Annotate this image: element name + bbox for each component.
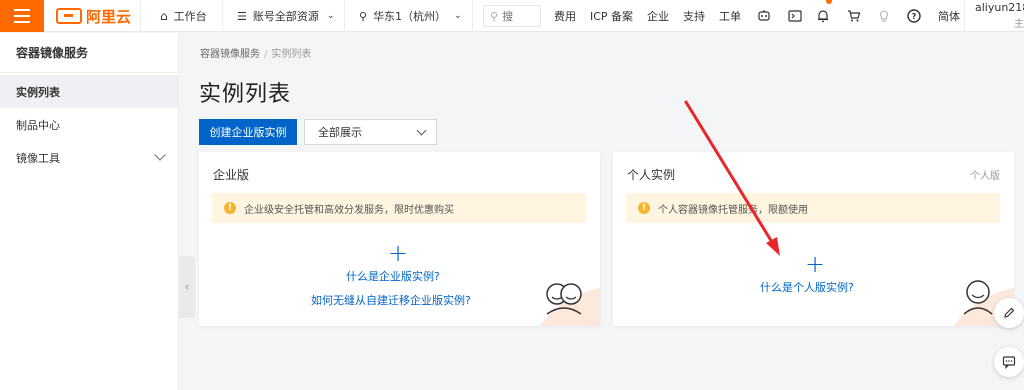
create-enterprise-instance-button[interactable]: 创建企业版实例 xyxy=(199,119,297,145)
sidebar-item-artifact-center[interactable]: 制品中心 xyxy=(0,108,178,141)
sidebar-item-instance-list[interactable]: 实例列表 xyxy=(0,75,178,108)
nav-link-billing[interactable]: 费用 xyxy=(554,0,576,32)
sidebar-collapse-handle[interactable]: ‹ xyxy=(179,256,195,318)
resource-selector[interactable]: ☰ 账号全部资源 ⌄ xyxy=(237,0,334,32)
breadcrumb: 容器镜像服务 / 实例列表 xyxy=(200,45,311,60)
personal-edition-card: 个人实例 个人版 ! 个人容器镜像托管服务，限额使用 + 什么是个人版实例? xyxy=(613,152,1014,326)
search-box[interactable]: ⚲ xyxy=(483,5,541,27)
breadcrumb-link-service[interactable]: 容器镜像服务 xyxy=(200,49,260,60)
nav-link-icp[interactable]: ICP 备案 xyxy=(590,0,633,32)
bell-icon[interactable] xyxy=(815,8,831,24)
aliyun-logo[interactable]: 阿里云 xyxy=(56,5,131,27)
page-title: 实例列表 xyxy=(199,82,292,107)
top-navigation-bar: 阿里云 ⌂ 工作台 ☰ 账号全部资源 ⌄ ⚲ 华东1（杭州） ⌄ ⚲ 费用 IC… xyxy=(0,0,1024,32)
user-role: 主 xyxy=(1014,19,1024,30)
breadcrumb-separator: / xyxy=(264,49,268,60)
nav-link-ticket[interactable]: 工单 xyxy=(719,0,741,32)
pencil-icon xyxy=(1004,307,1015,318)
what-is-enterprise-link[interactable]: 什么是企业版实例? xyxy=(346,268,440,284)
svg-text:?: ? xyxy=(912,12,917,21)
location-pin-icon: ⚲ xyxy=(359,9,368,23)
user-account-menu[interactable]: aliyun2187 主 xyxy=(964,0,1024,32)
notice-banner: ! 企业级安全托管和高效分发服务，限时优惠购买 xyxy=(212,193,586,223)
region-selector[interactable]: ⚲ 华东1（杭州） ⌄ xyxy=(359,0,462,32)
card-title: 企业版 xyxy=(213,168,250,182)
help-icon[interactable]: ? xyxy=(906,8,922,24)
notification-dot xyxy=(826,0,832,4)
terminal-icon[interactable] xyxy=(787,8,803,24)
lightbulb-icon[interactable] xyxy=(876,8,892,24)
divider xyxy=(222,0,223,32)
workbench-label: 工作台 xyxy=(173,10,207,23)
nav-link-support[interactable]: 支持 xyxy=(683,0,705,32)
notice-banner: ! 个人容器镜像托管服务，限额使用 xyxy=(626,193,1000,223)
workbench-link[interactable]: ⌂ 工作台 xyxy=(160,0,207,32)
user-name: aliyun2187 xyxy=(975,1,1024,14)
enterprise-edition-card: 企业版 ! 企业级安全托管和高效分发服务，限时优惠购买 + 什么是企业版实例? … xyxy=(199,152,600,326)
chevron-down-icon: ⌄ xyxy=(326,11,335,21)
divider xyxy=(140,0,141,32)
people-illustration-icon xyxy=(540,283,600,326)
aliyun-logo-mark xyxy=(56,8,82,24)
card-title: 个人实例 xyxy=(627,168,676,182)
edition-tag: 个人版 xyxy=(970,171,1000,182)
edit-feedback-button[interactable] xyxy=(994,298,1024,328)
display-filter-select[interactable]: 全部展示 xyxy=(304,119,437,145)
language-switch[interactable]: 简体 xyxy=(938,0,960,32)
search-input[interactable] xyxy=(502,9,531,23)
warning-icon: ! xyxy=(224,202,236,214)
sidebar-item-label: 实例列表 xyxy=(16,85,60,99)
sidebar-item-label: 制品中心 xyxy=(16,118,60,132)
hamburger-menu-button[interactable] xyxy=(0,0,44,32)
migrate-enterprise-link[interactable]: 如何无缝从自建迁移企业版实例? xyxy=(311,292,471,308)
divider xyxy=(344,0,345,32)
chat-icon xyxy=(1002,356,1016,369)
what-is-personal-link[interactable]: 什么是个人版实例? xyxy=(760,279,854,295)
chevron-left-icon: ‹ xyxy=(184,280,190,294)
chevron-down-icon xyxy=(416,125,427,136)
select-value: 全部展示 xyxy=(318,126,362,139)
robot-icon[interactable] xyxy=(756,8,772,24)
breadcrumb-current: 实例列表 xyxy=(271,49,312,60)
home-icon: ⌂ xyxy=(160,9,168,23)
chat-button[interactable] xyxy=(994,347,1024,377)
sidebar-title: 容器镜像服务 xyxy=(0,33,178,73)
sidebar-item-image-tools[interactable]: 镜像工具 xyxy=(0,141,178,174)
add-personal-instance-plus-icon[interactable]: + xyxy=(805,252,825,276)
nav-link-enterprise[interactable]: 企业 xyxy=(647,0,669,32)
search-icon: ⚲ xyxy=(490,9,499,23)
cart-icon[interactable] xyxy=(846,8,862,24)
notice-text: 个人容器镜像托管服务，限额使用 xyxy=(658,204,808,216)
notice-text: 企业级安全托管和高效分发服务，限时优惠购买 xyxy=(244,204,454,216)
sidebar-item-label: 镜像工具 xyxy=(16,151,60,165)
sidebar: 容器镜像服务 实例列表 制品中心 镜像工具 xyxy=(0,33,179,390)
chevron-down-icon xyxy=(154,149,166,161)
add-enterprise-instance-plus-icon[interactable]: + xyxy=(388,241,408,265)
resource-label: 账号全部资源 xyxy=(252,10,319,23)
divider xyxy=(472,0,473,32)
region-label: 华东1（杭州） xyxy=(373,10,447,23)
warning-icon: ! xyxy=(638,202,650,214)
list-icon: ☰ xyxy=(237,9,247,23)
chevron-down-icon: ⌄ xyxy=(454,11,462,21)
logo-text: 阿里云 xyxy=(86,7,132,26)
